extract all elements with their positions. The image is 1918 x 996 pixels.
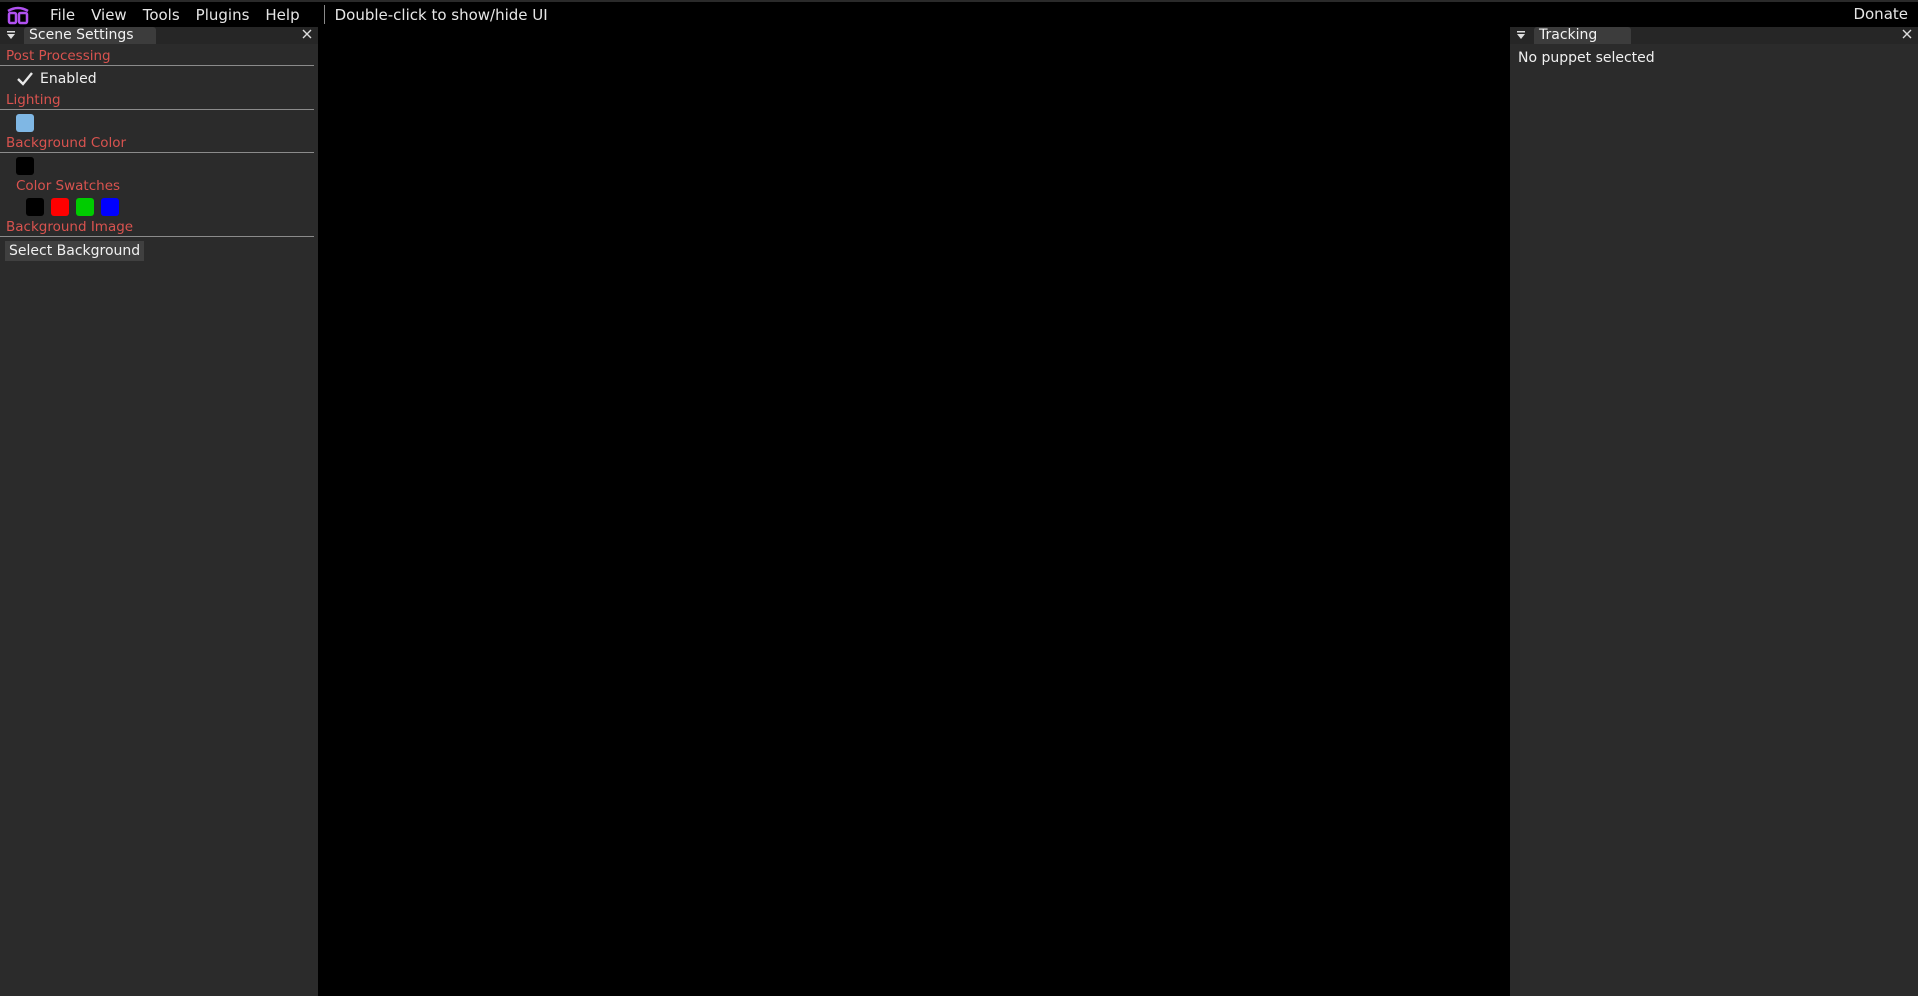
section-lighting: Lighting (0, 92, 314, 110)
close-icon[interactable] (1900, 27, 1914, 41)
tab-scene-settings[interactable]: Scene Settings (24, 27, 156, 44)
menu-view[interactable]: View (83, 6, 135, 24)
select-background-button[interactable]: Select Background (5, 241, 145, 261)
scene-settings-panel: Scene Settings Post Processing Enabled L… (0, 27, 318, 996)
swatch-blue[interactable] (101, 198, 119, 216)
collapse-arrow-icon[interactable] (4, 28, 18, 42)
tab-tracking[interactable]: Tracking (1534, 27, 1632, 44)
tracking-header: Tracking (1510, 27, 1918, 44)
menu-plugins[interactable]: Plugins (188, 6, 258, 24)
menu-tools[interactable]: Tools (135, 6, 188, 24)
color-swatches-label: Color Swatches (16, 178, 121, 194)
section-background-color: Background Color (0, 135, 314, 153)
background-color-swatch[interactable] (16, 156, 34, 175)
section-background-image: Background Image (0, 219, 314, 237)
app-logo-icon (4, 3, 32, 27)
donate-link[interactable]: Donate (1853, 5, 1908, 23)
swatch-black[interactable] (26, 198, 44, 216)
ui-toggle-hint: Double-click to show/hide UI (334, 5, 548, 24)
check-icon[interactable] (16, 70, 34, 88)
section-post-processing: Post Processing (0, 48, 314, 66)
menu-file[interactable]: File (42, 6, 83, 24)
close-icon[interactable] (300, 27, 314, 41)
tracking-panel: Tracking No puppet selected (1510, 27, 1918, 996)
swatch-red[interactable] (51, 198, 69, 216)
lighting-color-swatch[interactable] (16, 113, 34, 132)
collapse-arrow-icon[interactable] (1514, 28, 1528, 42)
viewport[interactable] (318, 27, 1510, 996)
menu-bar: File View Tools Plugins Help Double-clic… (0, 0, 1918, 27)
swatch-green[interactable] (76, 198, 94, 216)
menu-separator (323, 5, 325, 24)
tracking-status: No puppet selected (1518, 50, 1655, 66)
enabled-checkbox-row[interactable]: Enabled (0, 66, 318, 92)
color-swatch-row (0, 195, 318, 219)
enabled-label: Enabled (40, 71, 97, 87)
scene-settings-header: Scene Settings (0, 27, 318, 44)
menu-help[interactable]: Help (257, 6, 307, 24)
